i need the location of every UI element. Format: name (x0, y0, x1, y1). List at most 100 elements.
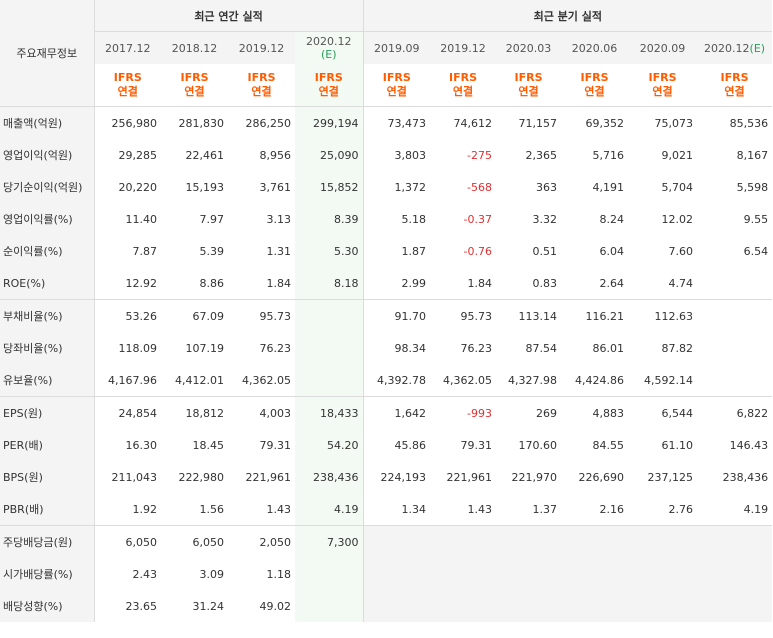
value-cell: 281,830 (178, 116, 225, 130)
ifrs-label: IFRS 연결 (496, 64, 562, 107)
period-header: 2019.12 (228, 31, 295, 64)
value-cell: 15,193 (185, 180, 225, 194)
value-cell: 8.39 (295, 203, 364, 235)
value-cell: 8.86 (161, 267, 228, 300)
value-cell: 12.02 (661, 212, 694, 226)
value-cell: 12.92 (94, 267, 161, 300)
value-cell: 9.55 (743, 212, 769, 226)
value-cell: 1.34 (363, 493, 431, 526)
row-label: 당좌비율(%) (0, 332, 95, 364)
value-cell: 74,612 (453, 116, 493, 130)
value-cell: 238,436 (722, 470, 769, 484)
value-cell: 85,536 (729, 116, 769, 130)
value-cell: 5.30 (295, 235, 364, 267)
period-header: 2020.06 (561, 31, 629, 64)
value-cell: 86.01 (592, 341, 625, 355)
value-cell: 54.20 (295, 429, 364, 461)
ifrs-standard: IFRS (113, 71, 142, 84)
table-row: 유보율(%) 4,167.96 4,412.01 4,362.05 4,392.78 4,… (0, 364, 773, 397)
value-cell: 4,592.14 (628, 364, 698, 397)
value-cell: 8,167 (736, 148, 769, 162)
empty-cell (561, 590, 629, 622)
empty-cell (561, 558, 629, 590)
value-cell: 1.43 (228, 493, 295, 526)
page: { "corner_label": "주요재무정보", "annual_head… (0, 0, 773, 638)
value-cell (295, 558, 364, 590)
value-cell: 3.32 (532, 212, 558, 226)
value-cell: 2.43 (132, 567, 158, 581)
value-cell (697, 364, 773, 397)
value-cell: 69,352 (585, 116, 625, 130)
empty-cell (496, 590, 562, 622)
value-cell: 1,372 (394, 180, 427, 194)
value-cell: 211,043 (111, 470, 158, 484)
period-header: 2020.12(E) (295, 31, 364, 64)
value-cell: 18.45 (192, 438, 225, 452)
value-cell: 3.09 (199, 567, 225, 581)
value-cell (697, 267, 773, 300)
period-header: 2018.12 (161, 31, 228, 64)
value-cell (295, 590, 364, 622)
empty-cell (628, 525, 698, 558)
value-cell: 1.18 (266, 567, 292, 581)
period-label: 2020.09 (639, 41, 686, 55)
value-cell: 4,362.05 (430, 364, 497, 397)
empty-cell (496, 558, 562, 590)
value-cell (295, 364, 364, 397)
ifrs-consolidated: 연결 (518, 85, 539, 98)
ifrs-standard: IFRS (180, 71, 209, 84)
value-cell: 4,883 (592, 406, 625, 420)
value-cell: 286,250 (245, 116, 292, 130)
value-cell: 3,803 (394, 148, 427, 162)
value-cell: 1.84 (430, 267, 497, 300)
table-row: EPS(원) 24,854 18,812 4,003 18,433 1,642 -993 26… (0, 396, 772, 429)
value-cell: 29,285 (118, 148, 158, 162)
value-cell: 2.76 (628, 493, 698, 526)
empty-cell (430, 558, 497, 590)
row-label: 주당배당금(원) (0, 525, 95, 558)
value-cell: 67.09 (192, 309, 225, 323)
financial-summary-table: 주요재무정보 최근 연간 실적 최근 분기 실적 2017.12 2018.12 2… (0, 0, 773, 622)
value-cell: 7,300 (295, 525, 364, 558)
period-label: 2020.12 (306, 35, 352, 48)
ifrs-standard: IFRS (382, 71, 411, 84)
value-cell: 1.84 (228, 267, 295, 300)
value-cell: 237,125 (647, 470, 694, 484)
row-label: 순이익률(%) (0, 235, 95, 267)
ifrs-consolidated: 연결 (184, 85, 205, 98)
table-row: PBR(배) 1.92 1.56 1.43 4.19 1.34 1.43 1.37 2.16 2.… (0, 493, 773, 526)
value-cell: 91.70 (394, 309, 427, 323)
period-header: 2020.03 (496, 31, 562, 64)
value-cell: -568 (467, 180, 493, 194)
value-cell: 5,598 (736, 180, 769, 194)
period-header-row: 2017.12 2018.12 2019.12 2020.12 (E) 2019.09 20… (0, 31, 773, 64)
value-cell: 238,436 (295, 461, 364, 493)
value-cell: 269 (536, 406, 558, 420)
value-cell: 8.24 (599, 212, 625, 226)
table-row: PER(배) 16.30 18.45 79.31 54.20 45.86 79.31 170.… (0, 429, 772, 461)
value-cell: 7.60 (668, 244, 694, 258)
value-cell: 4,327.98 (496, 364, 562, 397)
value-cell: 6,544 (661, 406, 694, 420)
empty-cell (561, 525, 629, 558)
ifrs-consolidated: 연결 (652, 85, 673, 98)
value-cell: 71,157 (518, 116, 558, 130)
value-cell: 1,642 (394, 406, 427, 420)
value-cell: 4,412.01 (161, 364, 228, 397)
value-cell: 79.31 (259, 438, 292, 452)
value-cell: 5,704 (661, 180, 694, 194)
value-cell: 5,716 (592, 148, 625, 162)
value-cell: 112.63 (654, 309, 694, 323)
value-cell: 113.14 (518, 309, 558, 323)
empty-cell (697, 525, 773, 558)
table-row: 영업이익(억원) 29,285 22,461 8,956 25,090 3,803 -275… (0, 139, 772, 171)
value-cell: 15,852 (295, 171, 364, 203)
value-cell: 76.23 (460, 341, 493, 355)
value-cell: 84.55 (592, 438, 625, 452)
value-cell: 31.24 (192, 599, 225, 613)
value-cell: 2.99 (363, 267, 431, 300)
period-label: 2020.12 (704, 41, 750, 55)
value-cell: 6.54 (743, 244, 769, 258)
value-cell: 9,021 (661, 148, 694, 162)
value-cell: 87.82 (661, 341, 694, 355)
